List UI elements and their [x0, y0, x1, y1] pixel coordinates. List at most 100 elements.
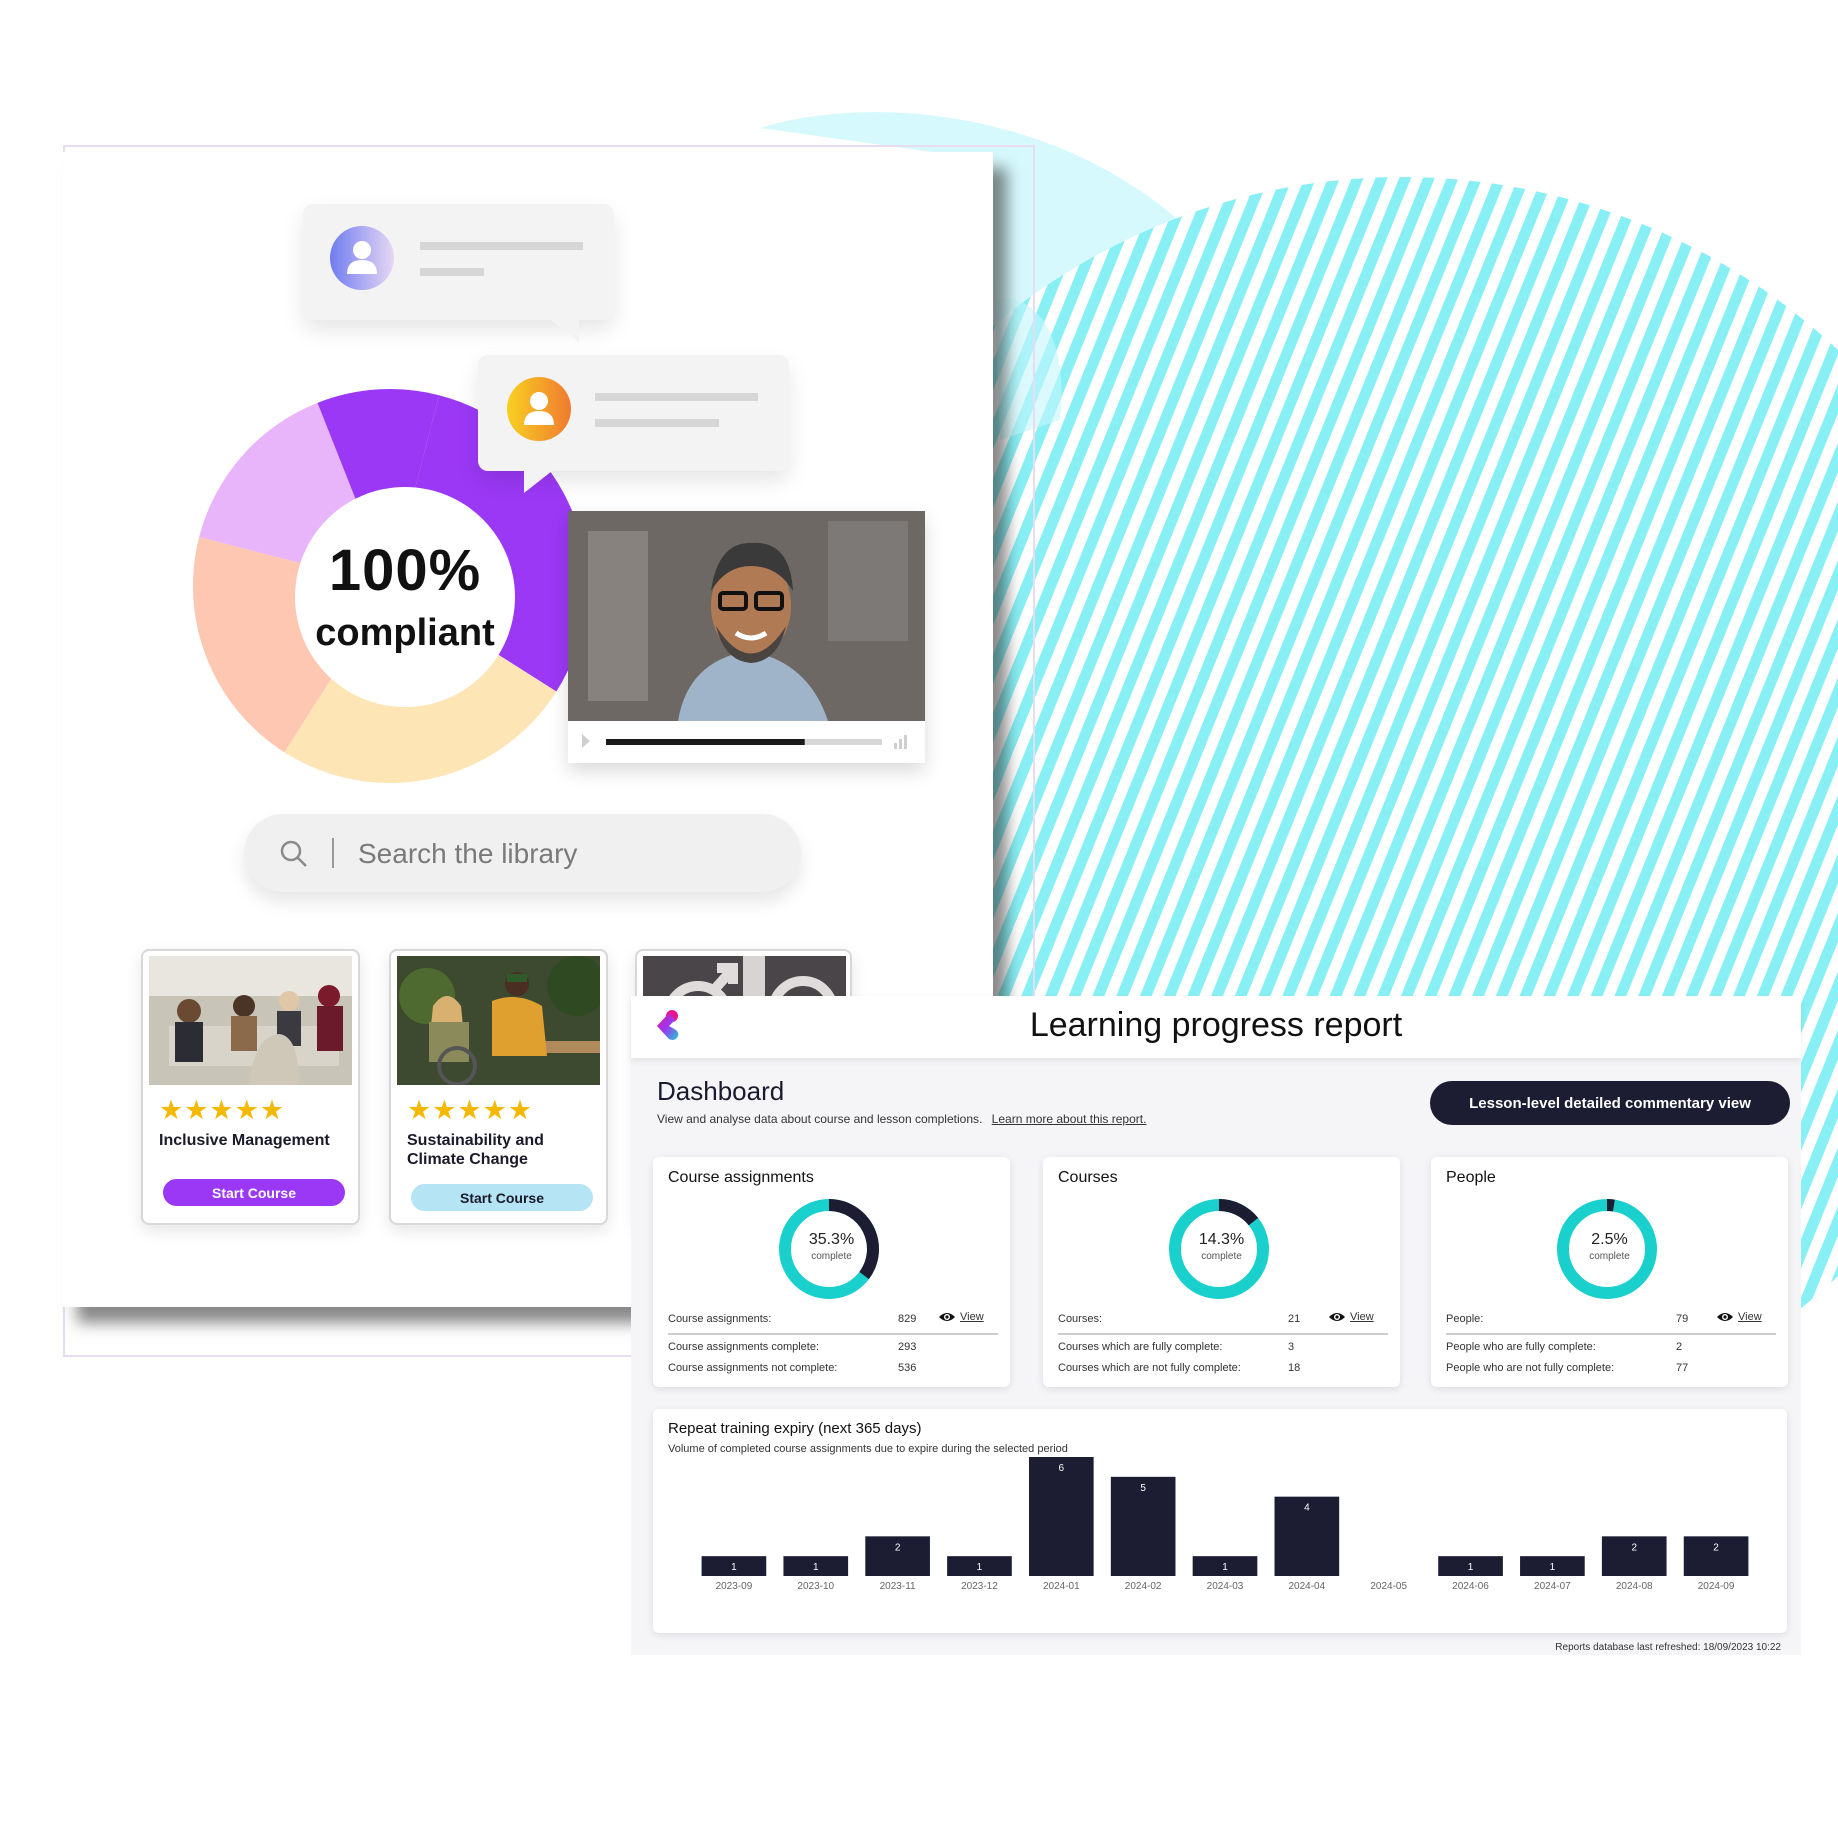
- row-value: 2: [1676, 1341, 1683, 1353]
- row-value: 829: [898, 1313, 917, 1325]
- bar-value-label: 1: [977, 1562, 983, 1573]
- x-tick-label: 2023-10: [797, 1581, 834, 1592]
- x-tick-label: 2023-12: [961, 1581, 998, 1592]
- completion-donut: [779, 1199, 879, 1299]
- bar-value-label: 1: [1222, 1562, 1228, 1573]
- start-course-button[interactable]: Start Course: [411, 1184, 593, 1211]
- completion-label: complete: [1201, 1251, 1242, 1262]
- stat-card-courses: Courses 14.3% complete Courses: 21 View C…: [1043, 1157, 1400, 1387]
- view-link[interactable]: View: [1716, 1311, 1762, 1323]
- view-label[interactable]: View: [960, 1311, 984, 1323]
- chat-bubble-2: [478, 355, 789, 493]
- view-label[interactable]: View: [1738, 1311, 1762, 1323]
- learn-more-link[interactable]: Learn more about this report.: [992, 1112, 1147, 1126]
- course-title: Sustainability and Climate Change: [407, 1132, 544, 1168]
- donut-remaining: [1557, 1199, 1657, 1299]
- row-label: Course assignments:: [668, 1313, 772, 1325]
- row-value: 3: [1288, 1341, 1295, 1353]
- course-card[interactable]: ★★★★★ Inclusive Management Start Course: [141, 949, 360, 1225]
- chart-title: Repeat training expiry (next 365 days): [668, 1420, 922, 1437]
- lesson-level-commentary-button[interactable]: Lesson-level detailed commentary view: [1430, 1081, 1790, 1125]
- eye-icon: [1329, 1313, 1345, 1321]
- bar-value-label: 2: [895, 1542, 901, 1553]
- completion-percent: 14.3%: [1198, 1231, 1245, 1248]
- completion-percent: 35.3%: [808, 1231, 855, 1248]
- bar-value-label: 6: [1059, 1463, 1065, 1474]
- rating-stars-icon: ★★★★★: [407, 1095, 534, 1125]
- report-header: Learning progress report: [631, 996, 1801, 1058]
- x-tick-label: 2024-03: [1207, 1581, 1244, 1592]
- bar-value-label: 1: [1550, 1562, 1556, 1573]
- stat-row-complete: People who are fully complete: 2: [1446, 1341, 1776, 1353]
- view-label[interactable]: View: [1350, 1311, 1374, 1323]
- learning-progress-dashboard: Learning progress report Dashboard View …: [631, 996, 1801, 1655]
- stat-card-people: People 2.5% complete People: 79 View Peop…: [1431, 1157, 1788, 1387]
- x-tick-label: 2024-04: [1288, 1581, 1325, 1592]
- row-label: People:: [1446, 1313, 1484, 1325]
- stat-card-course-assignments: Course assignments 35.3% complete Course…: [653, 1157, 1010, 1387]
- view-link[interactable]: View: [938, 1311, 984, 1323]
- x-tick-label: 2024-09: [1698, 1581, 1735, 1592]
- x-tick-label: 2024-07: [1534, 1581, 1571, 1592]
- stat-card-title: Courses: [1058, 1169, 1118, 1186]
- x-tick-label: 2024-06: [1452, 1581, 1489, 1592]
- search-input[interactable]: [356, 832, 760, 876]
- bar-value-label: 5: [1140, 1483, 1146, 1494]
- row-divider: [668, 1333, 998, 1335]
- chart-subtitle: Volume of completed course assignments d…: [668, 1443, 1068, 1455]
- row-label: Course assignments not complete:: [668, 1362, 838, 1374]
- bubble-tail: [551, 320, 579, 342]
- row-label: Courses which are not fully complete:: [1058, 1362, 1241, 1374]
- stat-card-title: Course assignments: [668, 1169, 814, 1186]
- x-tick-label: 2024-01: [1043, 1581, 1080, 1592]
- row-value: 293: [898, 1341, 917, 1353]
- eye-icon: [1717, 1313, 1733, 1321]
- repeat-training-expiry-chart: 1 2023-09 1 2023-10 2 2023-11 1 2023-12 6 2024-01…: [653, 1409, 1787, 1633]
- compliance-percent: 100%: [328, 538, 482, 603]
- completion-percent: 2.5%: [1591, 1231, 1628, 1248]
- row-value: 79: [1676, 1313, 1689, 1325]
- course-title: Inclusive Management: [159, 1132, 330, 1149]
- completion-donut: [1169, 1199, 1269, 1299]
- completion-label: complete: [811, 1251, 852, 1262]
- row-label: Course assignments complete:: [668, 1341, 820, 1353]
- search-icon: [280, 840, 307, 867]
- text-placeholder-line: [595, 393, 758, 401]
- bar-value-label: 2: [1631, 1542, 1637, 1553]
- play-icon: [582, 734, 590, 748]
- dashboard-heading: Dashboard: [657, 1076, 785, 1106]
- last-refreshed-text: Reports database last refreshed: 18/09/2…: [1555, 1642, 1781, 1653]
- stat-card-title: People: [1446, 1169, 1496, 1186]
- stat-row-not-complete: Course assignments not complete: 536: [668, 1362, 998, 1374]
- stat-row-complete: Course assignments complete: 293: [668, 1341, 998, 1353]
- course-image: [149, 956, 352, 1085]
- text-placeholder-line: [595, 419, 719, 427]
- video-player[interactable]: [568, 511, 925, 763]
- row-divider: [1446, 1333, 1776, 1335]
- x-tick-label: 2024-02: [1125, 1581, 1162, 1592]
- compliance-badge: 100% compliant: [295, 487, 515, 707]
- donut-complete: [1219, 1199, 1259, 1226]
- bar-value-label: 1: [813, 1562, 819, 1573]
- dashboard-subtitle: View and analyse data about course and l…: [657, 1112, 1146, 1126]
- bar-2024-01: [1028, 1457, 1094, 1576]
- course-card[interactable]: ★★★★★ Sustainability and Climate Change …: [389, 949, 608, 1225]
- row-label: Courses:: [1058, 1313, 1103, 1325]
- row-value: 21: [1288, 1313, 1301, 1325]
- volume-icon: [894, 735, 907, 749]
- start-course-button[interactable]: Start Course: [163, 1179, 345, 1206]
- row-value: 536: [898, 1362, 917, 1374]
- row-label: Courses which are fully complete:: [1058, 1341, 1223, 1353]
- row-divider: [1058, 1333, 1388, 1335]
- library-search[interactable]: [244, 814, 801, 892]
- text-placeholder-line: [420, 268, 484, 276]
- video-thumbnail-presenter: [568, 511, 925, 721]
- rating-stars-icon: ★★★★★: [159, 1095, 286, 1125]
- row-label: People who are not fully complete:: [1446, 1362, 1615, 1374]
- row-value: 18: [1288, 1362, 1301, 1374]
- view-link[interactable]: View: [1328, 1311, 1374, 1323]
- bar-value-label: 2: [1713, 1542, 1719, 1553]
- row-label: People who are fully complete:: [1446, 1341, 1596, 1353]
- video-controls: [568, 721, 925, 763]
- x-tick-label: 2023-09: [716, 1581, 753, 1592]
